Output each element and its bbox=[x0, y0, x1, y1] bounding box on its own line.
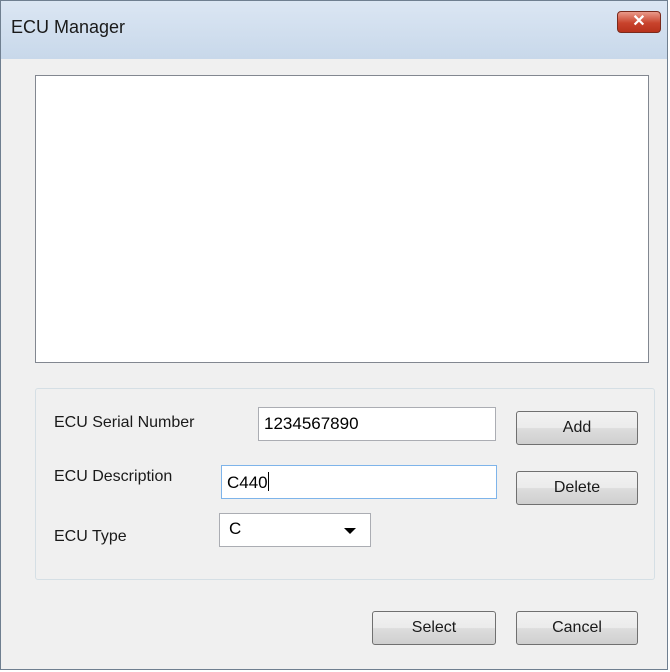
close-button[interactable]: ✕ bbox=[617, 11, 661, 33]
title-bar[interactable]: ECU Manager ✕ bbox=[1, 1, 667, 59]
chevron-down-icon[interactable] bbox=[344, 528, 356, 534]
description-label: ECU Description bbox=[54, 468, 173, 485]
cancel-button[interactable]: Cancel bbox=[516, 611, 638, 645]
description-input[interactable]: C440 bbox=[221, 465, 497, 499]
text-caret bbox=[267, 472, 269, 491]
close-icon: ✕ bbox=[632, 13, 646, 30]
delete-button[interactable]: Delete bbox=[516, 471, 638, 505]
ecu-type-value: C bbox=[229, 519, 242, 538]
add-button[interactable]: Add bbox=[516, 411, 638, 445]
select-button[interactable]: Select bbox=[372, 611, 496, 645]
serial-number-label: ECU Serial Number bbox=[54, 414, 195, 431]
ecu-type-select[interactable]: C bbox=[219, 513, 371, 547]
window-title: ECU Manager bbox=[11, 17, 126, 37]
ecu-list[interactable] bbox=[35, 75, 649, 363]
serial-number-input[interactable]: 1234567890 bbox=[258, 407, 496, 441]
ecu-manager-dialog: ECU Manager ✕ ECU Serial Number 12345678… bbox=[0, 0, 668, 670]
ecu-type-label: ECU Type bbox=[54, 528, 127, 545]
